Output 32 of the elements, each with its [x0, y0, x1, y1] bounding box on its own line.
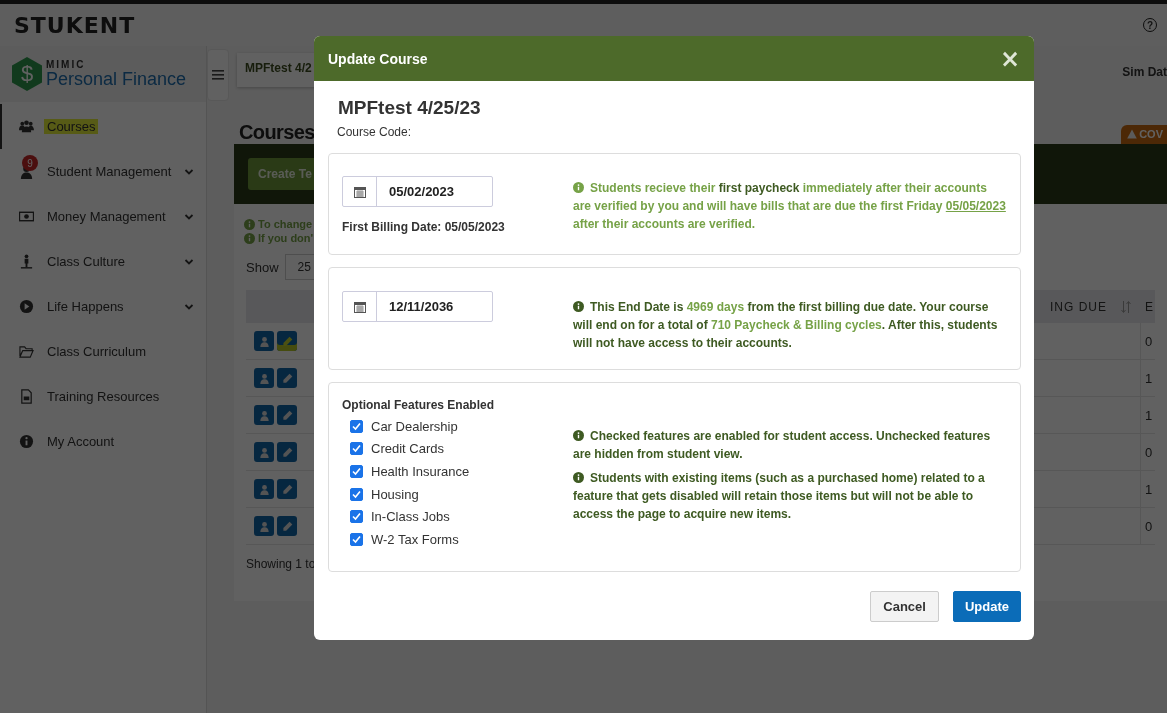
checkbox-label: In-Class Jobs — [371, 509, 450, 525]
checkbox-label: Credit Cards — [371, 441, 444, 457]
table-cell: 0 — [1140, 323, 1155, 359]
table-cell: 0 — [1140, 434, 1155, 470]
notification-badge: 9 — [22, 155, 38, 171]
checkbox-label: Health Insurance — [371, 464, 470, 479]
modal-title: Update Course — [328, 50, 428, 67]
sim-date-label: Sim Dat — [1122, 65, 1167, 79]
checkbox-label: W-2 Tax Forms — [371, 531, 459, 547]
info-note: To change — [258, 218, 313, 230]
checkbox-label: Car Dealership — [371, 418, 458, 434]
course-name: MPFtest 4/25/23 — [338, 97, 482, 119]
info-note: Checked features are enabled for student access. Unchecked features are hidden from student view. — [573, 428, 992, 463]
checkbox-label: Housing — [371, 486, 419, 502]
product-subtitle: MIMIC — [46, 60, 87, 70]
billing-date-label: First Billing Date: 05/05/2023 — [342, 220, 506, 234]
table-cell: 0 — [1140, 508, 1155, 544]
brand-logo: STUKENT — [14, 12, 136, 38]
product-name: Personal Finance — [46, 70, 187, 88]
show-label: Show — [246, 259, 279, 275]
table-cell: 1 — [1140, 360, 1155, 396]
section-heading: Optional Features Enabled — [342, 398, 496, 412]
page-title: Courses — [239, 121, 315, 144]
info-note: Students recieve their first paycheck immediately after their accounts are verified by you and will have bills that are due the first Friday 05/05/2023 after their accounts are verified. — [573, 180, 1007, 233]
table-cell: 1 — [1140, 397, 1155, 433]
course-code-label: Course Code: — [337, 125, 413, 139]
table-cell: 1 — [1140, 471, 1155, 507]
info-note: If you don' — [258, 232, 314, 244]
alert-badge: COV — [1121, 125, 1167, 144]
logo-badge: $ — [12, 57, 42, 91]
info-note: This End Date is 4969 days from the first billing due date. Your course will end on for a total of 710 Paycheck & Billing cycles. After this, students will not have access to their accounts. — [573, 298, 999, 352]
info-note: Students with existing items (such as a purchased home) related to a feature that gets disabled will retain those items but will not be able to access the page to acquire new items. — [573, 470, 986, 523]
